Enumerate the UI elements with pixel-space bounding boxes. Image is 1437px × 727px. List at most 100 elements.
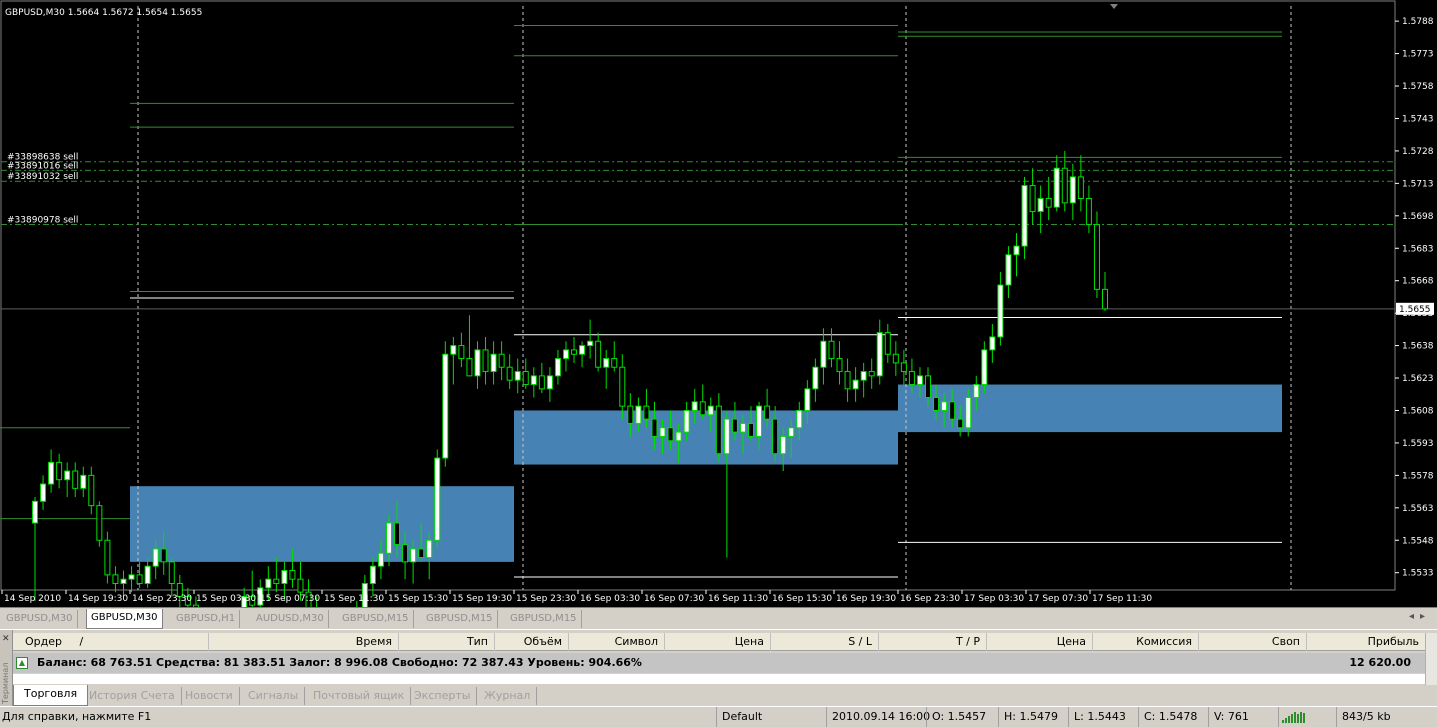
- candle-body-86: [723, 418, 730, 455]
- col-type[interactable]: Тип: [399, 633, 495, 651]
- col-commission[interactable]: Комиссия: [1093, 633, 1199, 651]
- candle-body-48: [418, 548, 425, 559]
- candle-body-50: [434, 457, 441, 541]
- chart-tab-gbpusd-m30-1[interactable]: GBPUSD,M30: [2, 610, 78, 628]
- status-open: O: 1.5457: [926, 707, 998, 727]
- candle-body-128: [1061, 167, 1068, 204]
- candle-body-54: [466, 358, 473, 377]
- orders-scrollbar[interactable]: [1425, 633, 1437, 685]
- col-swap[interactable]: Своп: [1199, 633, 1307, 651]
- tab-news[interactable]: Новости: [179, 687, 240, 705]
- candle-body-99: [828, 340, 835, 360]
- tab-signals[interactable]: Сигналы: [242, 687, 306, 705]
- candle-body-53: [458, 345, 465, 360]
- col-price2[interactable]: Цена: [987, 633, 1093, 651]
- candle-body-116: [965, 396, 972, 429]
- candle-body-62: [530, 375, 537, 386]
- col-sl[interactable]: S / L: [771, 633, 879, 651]
- tab-account-history[interactable]: История Счета: [83, 687, 182, 705]
- candle-body-83: [699, 401, 706, 416]
- terminal-tabs: Торговля История Счета Новости Сигналы П…: [13, 685, 1437, 707]
- price-tick-label-4: 1.5728: [1402, 147, 1434, 157]
- candle-body-46: [402, 544, 409, 563]
- candle-body-44: [385, 522, 392, 554]
- col-symbol[interactable]: Символ: [569, 633, 665, 651]
- candle-body-68: [579, 345, 586, 355]
- candle-body-8: [96, 505, 103, 541]
- chart-tab-audusd-m30[interactable]: AUDUSD,M30: [252, 610, 329, 628]
- status-profile[interactable]: Default: [716, 707, 826, 727]
- orders-list-empty[interactable]: [13, 674, 1425, 684]
- tab-trade[interactable]: Торговля: [13, 685, 89, 706]
- time-tick-label-16: 17 Sep 07:30: [1028, 594, 1088, 604]
- orders-table-header: Ордер / Время Тип Объём Символ Цена S / …: [13, 633, 1425, 651]
- candle-body-132: [1093, 223, 1100, 290]
- arrow-right-icon[interactable]: ▸: [1420, 611, 1431, 622]
- price-tick-label-10: 1.5638: [1402, 342, 1434, 352]
- candle-body-119: [989, 336, 996, 351]
- candle-body-81: [683, 409, 690, 433]
- col-profit[interactable]: Прибыль: [1307, 633, 1425, 651]
- chart-tab-gbpusd-m15-1[interactable]: GBPUSD,M15: [338, 610, 414, 628]
- tab-journal[interactable]: Журнал: [478, 687, 538, 705]
- chart-tab-gbpusd-m30-active[interactable]: GBPUSD,M30: [86, 609, 163, 629]
- candle-body-123: [1021, 185, 1028, 247]
- time-tick-label-15: 17 Sep 03:30: [964, 594, 1024, 604]
- col-time[interactable]: Время: [209, 633, 399, 651]
- candle-body-11: [120, 578, 127, 585]
- col-order[interactable]: Ордер /: [13, 633, 209, 651]
- candle-body-5: [72, 470, 79, 489]
- candle-body-29: [265, 578, 272, 589]
- candle-body-58: [498, 353, 505, 368]
- time-tick-label-12: 16 Sep 15:30: [772, 594, 832, 604]
- candle-body-122: [1013, 245, 1020, 256]
- candle-body-130: [1077, 176, 1084, 200]
- candle-body-87: [731, 418, 738, 433]
- status-help: Для справки, нажмите F1: [2, 710, 152, 723]
- candle-body-90: [756, 405, 763, 437]
- close-icon[interactable]: ✕: [2, 634, 10, 644]
- tab-experts[interactable]: Эксперты: [408, 687, 478, 705]
- time-tick-label-2: 14 Sep 23:30: [132, 594, 192, 604]
- chart-area[interactable]: #33898638 sell #33891016 sell #33891032 se…: [0, 0, 1437, 607]
- chart-tab-gbpusd-m15-2[interactable]: GBPUSD,M15: [422, 610, 498, 628]
- candle-body-104: [868, 371, 875, 377]
- chart-shift-icon: [1110, 4, 1118, 9]
- price-tick-label-0: 1.5788: [1402, 17, 1434, 27]
- candle-body-110: [916, 375, 923, 386]
- price-tick-label-13: 1.5593: [1402, 439, 1434, 449]
- candle-body-60: [514, 371, 521, 381]
- candle-body-51: [442, 353, 449, 459]
- candle-body-56: [482, 349, 489, 373]
- chart-tab-gbpusd-h1[interactable]: GBPUSD,H1: [172, 610, 241, 628]
- candle-body-93: [780, 435, 787, 455]
- candle-body-112: [933, 396, 940, 411]
- tab-mailbox[interactable]: Почтовый ящик: [307, 687, 412, 705]
- chart-tab-gbpusd-m15-3[interactable]: GBPUSD,M15: [506, 610, 582, 628]
- candle-body-105: [876, 332, 883, 377]
- candle-body-4: [64, 470, 71, 481]
- col-order-label: Ордер: [25, 635, 62, 648]
- candle-body-95: [796, 409, 803, 429]
- candle-body-125: [1037, 198, 1044, 212]
- candle-body-133: [1102, 288, 1108, 310]
- candle-body-69: [587, 340, 594, 347]
- price-chart[interactable]: #33898638 sell#33891016 sell#33891032 se…: [0, 0, 1437, 607]
- candle-body-71: [603, 358, 610, 368]
- candle-body-124: [1029, 185, 1036, 212]
- candle-body-77: [651, 418, 658, 437]
- col-price[interactable]: Цена: [665, 633, 771, 651]
- arrow-left-icon[interactable]: ◂: [1409, 611, 1420, 622]
- col-volume[interactable]: Объём: [495, 633, 569, 651]
- price-tick-label-3: 1.5743: [1402, 114, 1434, 124]
- candle-body-14: [144, 565, 151, 585]
- candle-body-30: [273, 578, 280, 585]
- col-tp[interactable]: T / P: [879, 633, 987, 651]
- time-tick-label-8: 15 Sep 23:30: [516, 594, 576, 604]
- candle-body-3: [56, 461, 63, 481]
- candle-body-15: [152, 548, 159, 567]
- balance-row[interactable]: ▲ Баланс: 68 763.51 Средства: 81 383.51 …: [13, 653, 1425, 673]
- candle-body-111: [925, 375, 932, 398]
- tab-scroll-arrows[interactable]: ◂▸: [1409, 611, 1431, 622]
- candle-body-7: [88, 474, 95, 507]
